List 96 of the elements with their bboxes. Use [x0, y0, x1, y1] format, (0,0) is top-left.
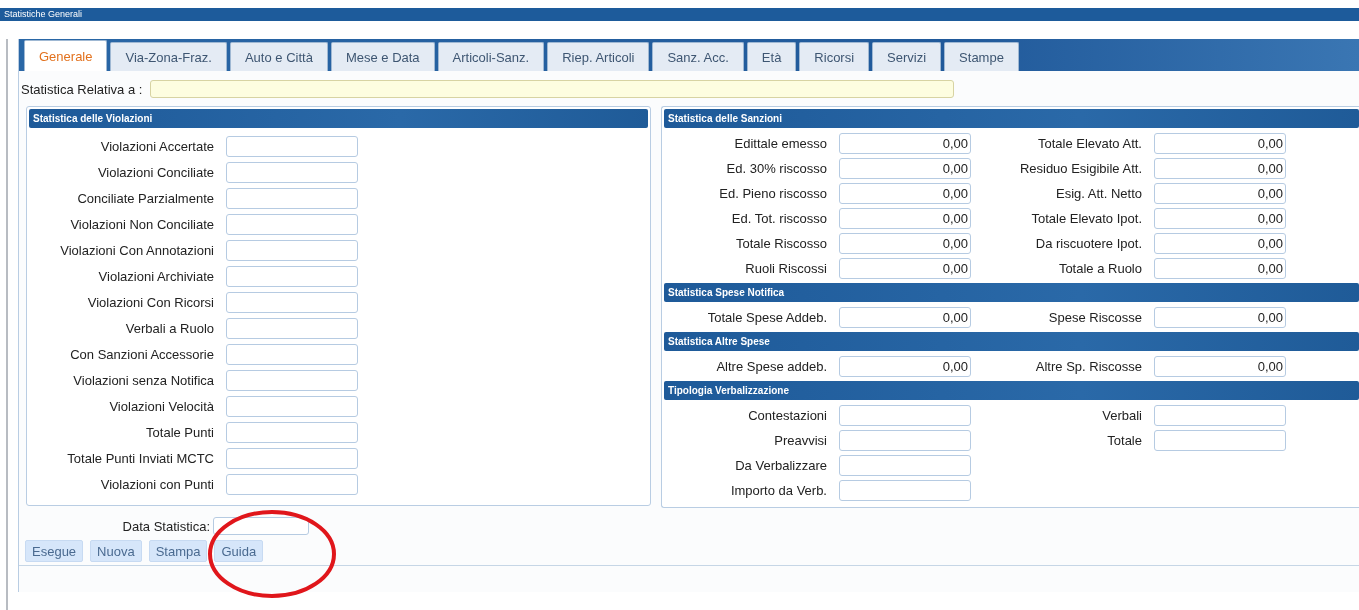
tab[interactable]: Sanz. Acc.	[652, 42, 744, 71]
input-field[interactable]	[226, 161, 358, 183]
date-field[interactable]	[213, 517, 309, 535]
input-field[interactable]	[226, 369, 358, 391]
input-field[interactable]	[1154, 430, 1286, 451]
input-field[interactable]: 0,00	[1154, 356, 1286, 377]
input-field[interactable]: 0,00	[1154, 208, 1286, 229]
field-label: Totale	[1106, 433, 1142, 448]
field-label: Spese Riscosse	[1047, 310, 1142, 325]
tab[interactable]: Età	[746, 42, 797, 71]
tab[interactable]: Ricorsi	[799, 42, 870, 71]
field-label: Violazioni Accertate	[99, 138, 214, 154]
tab[interactable]: Stampe	[944, 42, 1019, 71]
field-label: Totale Riscosso	[734, 236, 827, 251]
input-field[interactable]	[226, 239, 358, 261]
input-field[interactable]	[226, 473, 358, 495]
field-label: Violazioni Con Annotazioni	[59, 242, 214, 258]
input-field[interactable]: 0,00	[839, 258, 971, 279]
field-label: Violazioni Archiviate	[97, 268, 214, 284]
field-label: Con Sanzioni Accessorie	[69, 346, 214, 362]
field-label: Altre Sp. Riscosse	[1034, 359, 1142, 374]
field-label: Contestazioni	[747, 408, 827, 423]
field-label: Violazioni Conciliate	[96, 164, 214, 180]
input-field[interactable]	[839, 455, 971, 476]
field-label: Ed. Tot. riscosso	[730, 211, 827, 226]
tab[interactable]: Servizi	[872, 42, 942, 71]
field-label: Violazioni Non Conciliate	[69, 216, 214, 232]
field-label: Esig. Att. Netto	[1055, 186, 1142, 201]
window-title: Statistiche Generali	[4, 8, 83, 21]
tab[interactable]: Mese e Data	[330, 42, 435, 71]
section-header: Statistica Altre Spese	[664, 332, 1359, 351]
field-label: Da riscuotere Ipot.	[1034, 236, 1142, 251]
field-label: Ed. 30% riscosso	[725, 161, 827, 176]
field-label: Data Statistica:	[121, 518, 210, 534]
section-header: Statistica Spese Notifica	[664, 283, 1359, 302]
action-button[interactable]: Guida	[214, 540, 264, 562]
input-field[interactable]	[839, 430, 971, 451]
input-field[interactable]	[839, 480, 971, 501]
input-field[interactable]: 0,00	[1154, 133, 1286, 154]
field-label: Residuo Esigibile Att.	[1018, 161, 1142, 176]
field-label: Totale Elevato Ipot.	[1030, 211, 1142, 226]
tab[interactable]: Auto e Città	[229, 42, 328, 71]
field-label: Violazioni Con Ricorsi	[86, 294, 214, 310]
input-field[interactable]: 0,00	[1154, 307, 1286, 328]
input-field[interactable]: 0,00	[1154, 258, 1286, 279]
input-field[interactable]: 0,00	[1154, 233, 1286, 254]
field-label: Conciliate Parzialmente	[76, 190, 214, 206]
field-label: Violazioni Velocità	[108, 398, 214, 414]
field-label: Totale Punti Inviati MCTC	[66, 450, 214, 466]
section-header: Statistica delle Violazioni	[29, 109, 648, 128]
section-header: Statistica delle Sanzioni	[664, 109, 1359, 128]
action-button[interactable]: Esegue	[25, 540, 84, 562]
field-label: Verbali a Ruolo	[124, 320, 214, 336]
field-label: Verbali	[1101, 408, 1142, 423]
input-field[interactable]	[150, 80, 955, 98]
input-field[interactable]: 0,00	[839, 307, 971, 328]
input-field[interactable]	[226, 265, 358, 287]
input-field[interactable]: 0,00	[839, 208, 971, 229]
field-label: Totale Spese Addeb.	[706, 310, 827, 325]
input-field[interactable]: 0,00	[839, 158, 971, 179]
field-label: Altre Spese addeb.	[715, 359, 827, 374]
input-field[interactable]	[226, 447, 358, 469]
input-field[interactable]	[839, 405, 971, 426]
field-label: Ed. Pieno riscosso	[718, 186, 827, 201]
input-field[interactable]: 0,00	[1154, 158, 1286, 179]
field-label: Totale Punti	[145, 424, 214, 440]
input-field[interactable]	[1154, 405, 1286, 426]
field-label: Da Verbalizzare	[734, 458, 827, 473]
input-field[interactable]	[226, 343, 358, 365]
input-field[interactable]	[226, 291, 358, 313]
input-field[interactable]: 0,00	[839, 133, 971, 154]
input-field[interactable]: 0,00	[839, 183, 971, 204]
tab[interactable]: Riep. Articoli	[547, 42, 650, 71]
action-button[interactable]: Nuova	[90, 540, 142, 562]
section-header: Tipologia Verbalizzazione	[664, 381, 1359, 400]
field-label: Importo da Verb.	[729, 483, 827, 498]
field-label: Violazioni senza Notifica	[72, 372, 214, 388]
field-label: Totale a Ruolo	[1057, 261, 1142, 276]
input-field[interactable]	[226, 187, 358, 209]
input-field[interactable]	[226, 135, 358, 157]
input-field[interactable]: 0,00	[839, 233, 971, 254]
input-field[interactable]	[226, 213, 358, 235]
field-label: Preavvisi	[773, 433, 827, 448]
field-label: Edittale emesso	[733, 136, 827, 151]
field-label: Violazioni con Punti	[99, 476, 214, 492]
field-label: Statistica Relativa a :	[21, 81, 143, 97]
field-label: Ruoli Riscossi	[744, 261, 827, 276]
input-field[interactable]	[226, 395, 358, 417]
input-field[interactable]: 0,00	[839, 356, 971, 377]
tab[interactable]: Via-Zona-Fraz.	[110, 42, 227, 71]
tab[interactable]: Articoli-Sanz.	[437, 42, 545, 71]
input-field[interactable]: 0,00	[1154, 183, 1286, 204]
field-label: Totale Elevato Att.	[1036, 136, 1142, 151]
input-field[interactable]	[226, 317, 358, 339]
input-field[interactable]	[226, 421, 358, 443]
action-button[interactable]: Stampa	[148, 540, 208, 562]
